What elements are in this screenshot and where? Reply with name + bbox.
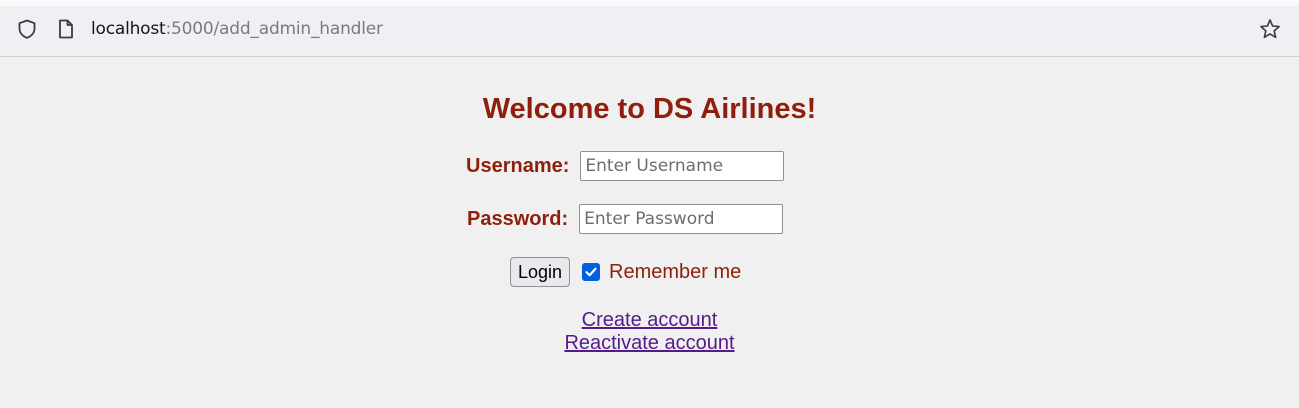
shield-icon[interactable] (16, 18, 38, 40)
username-input[interactable] (580, 151, 785, 181)
checkmark-icon (585, 267, 597, 277)
url-host: localhost (91, 19, 166, 39)
password-label: Password: (467, 207, 569, 230)
page-content: Welcome to DS Airlines! Username: Passwo… (0, 57, 1299, 408)
account-links: Create account Reactivate account (0, 309, 1299, 355)
reactivate-account-link[interactable]: Reactivate account (564, 332, 734, 355)
page-title: Welcome to DS Airlines! (482, 93, 817, 125)
address-bar[interactable]: localhost:5000/add_admin_handler (6, 6, 1293, 50)
page-icon[interactable] (55, 18, 77, 40)
password-row: Password: (467, 204, 784, 234)
username-row: Username: (466, 151, 785, 181)
url-text[interactable]: localhost:5000/add_admin_handler (91, 18, 383, 40)
star-icon[interactable] (1259, 18, 1281, 40)
login-button[interactable]: Login (510, 257, 570, 287)
username-label: Username: (466, 154, 570, 177)
remember-me-checkbox[interactable] (582, 263, 600, 281)
remember-me-label[interactable]: Remember me (609, 261, 741, 284)
login-row: Login Remember me (510, 257, 741, 287)
url-path: :5000/add_admin_handler (165, 19, 384, 39)
password-input[interactable] (579, 204, 784, 234)
create-account-link[interactable]: Create account (582, 309, 718, 332)
